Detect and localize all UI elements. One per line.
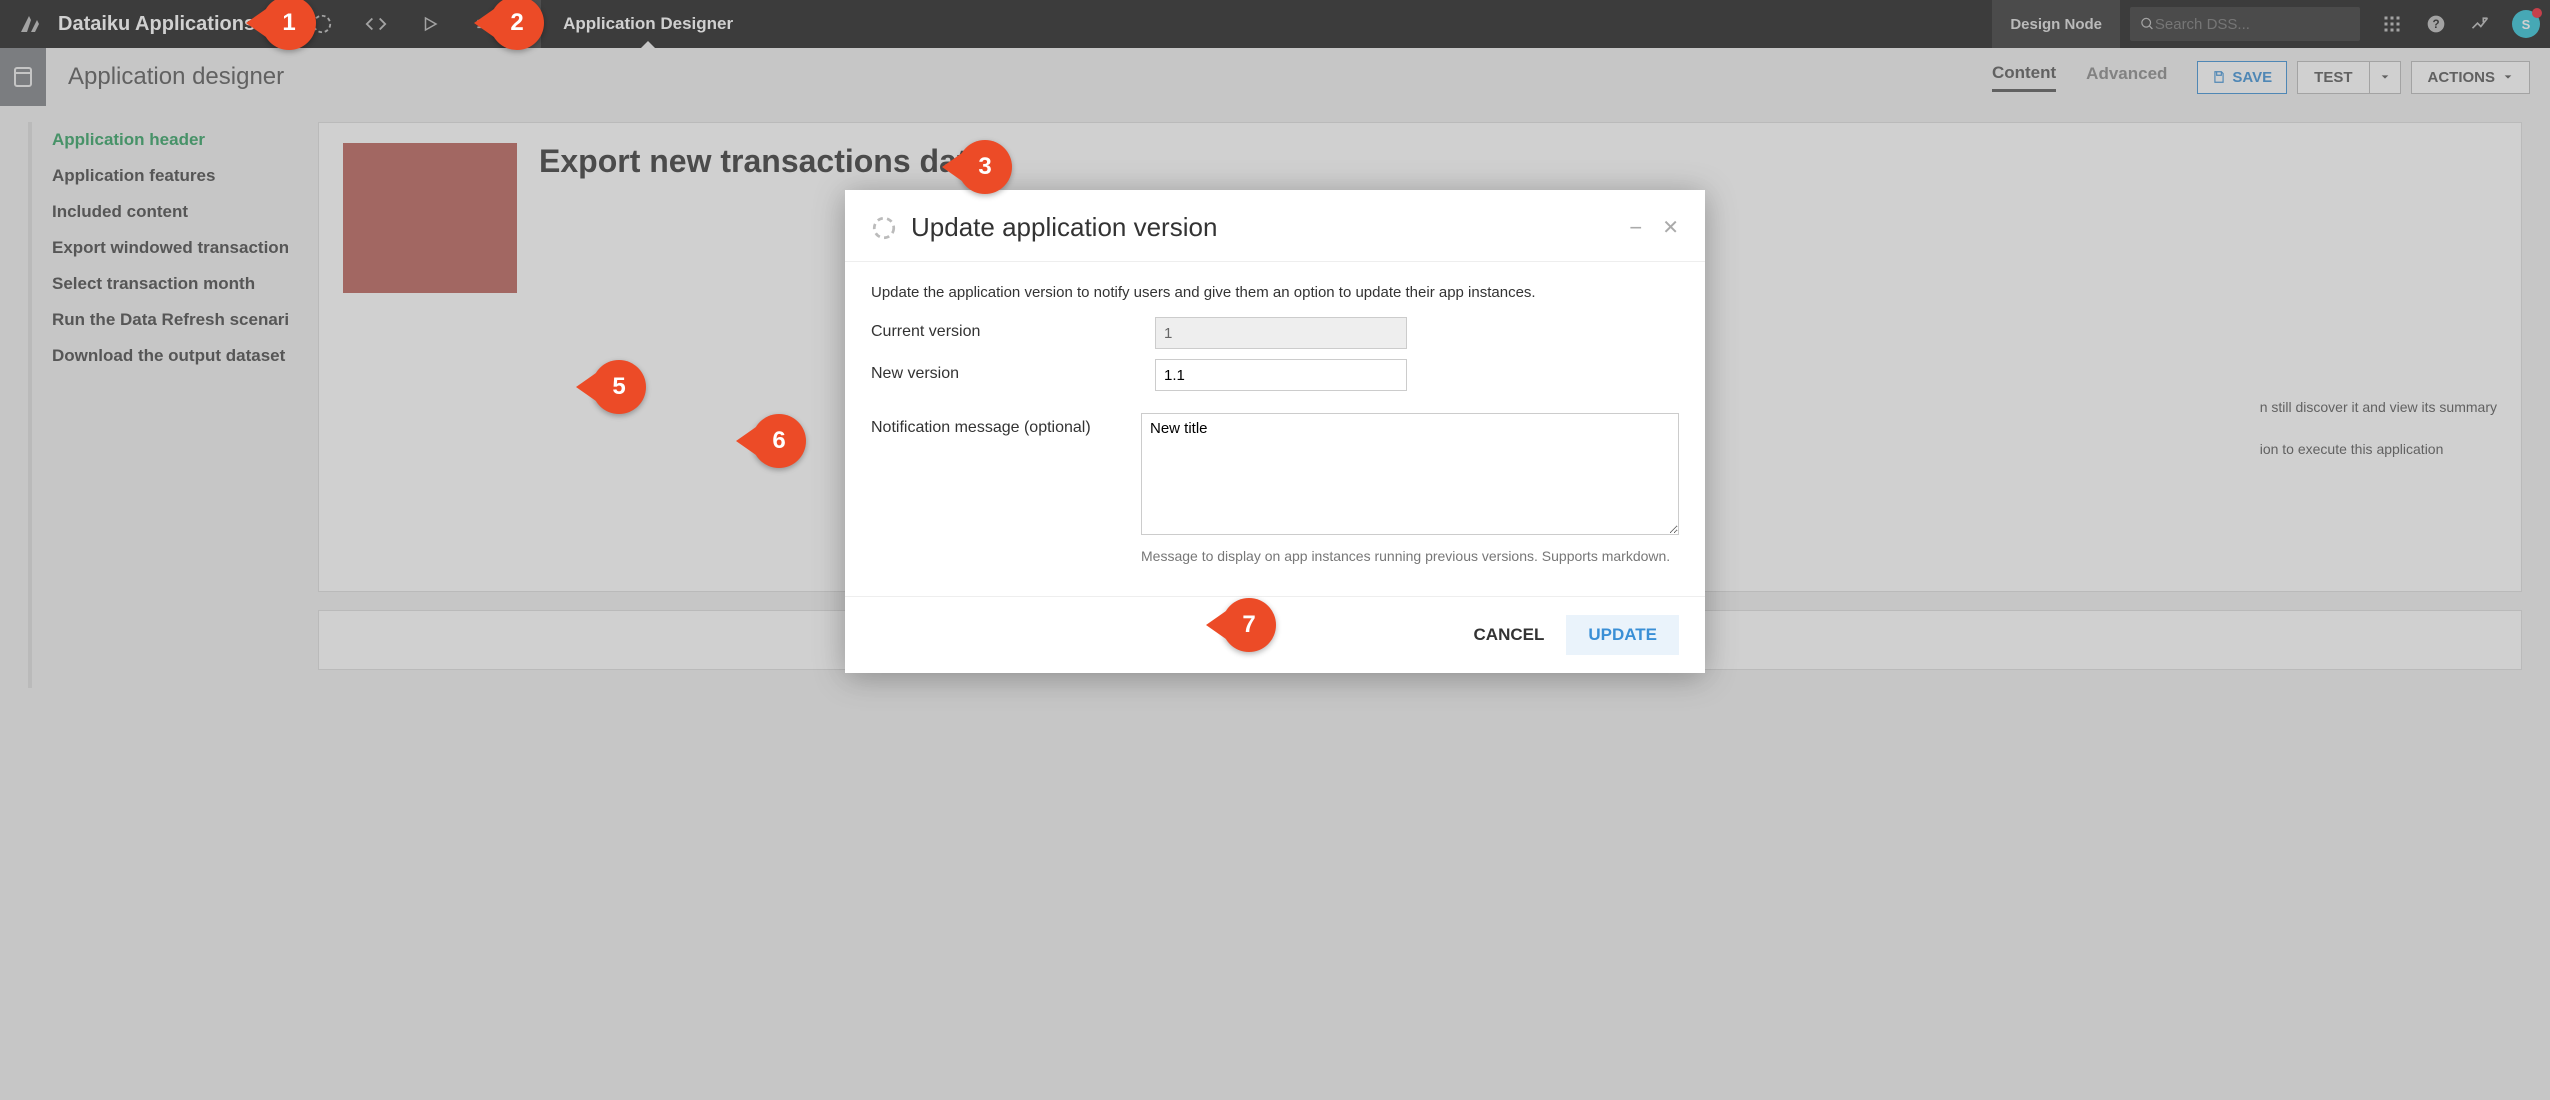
cancel-button[interactable]: CANCEL xyxy=(1474,625,1545,645)
notification-message-field[interactable] xyxy=(1141,413,1679,535)
message-hint: Message to display on app instances runn… xyxy=(1141,548,1679,564)
modal-instruction: Update the application version to notify… xyxy=(871,284,1679,301)
callout-6: 6 xyxy=(752,414,806,468)
label-new-version: New version xyxy=(871,359,1155,383)
new-version-field[interactable] xyxy=(1155,359,1407,391)
callout-3: 3 xyxy=(958,140,1012,194)
close-icon[interactable]: ✕ xyxy=(1662,215,1679,241)
minimize-icon[interactable]: − xyxy=(1629,215,1642,241)
callout-5: 5 xyxy=(592,360,646,414)
update-button[interactable]: UPDATE xyxy=(1566,615,1679,655)
current-version-field xyxy=(1155,317,1407,349)
label-notification-message: Notification message (optional) xyxy=(871,413,1141,437)
spinner-icon xyxy=(871,215,897,241)
modal-title: Update application version xyxy=(911,212,1217,243)
label-current-version: Current version xyxy=(871,317,1155,341)
update-version-modal: Update application version − ✕ Update th… xyxy=(845,190,1705,673)
callout-7: 7 xyxy=(1222,598,1276,652)
